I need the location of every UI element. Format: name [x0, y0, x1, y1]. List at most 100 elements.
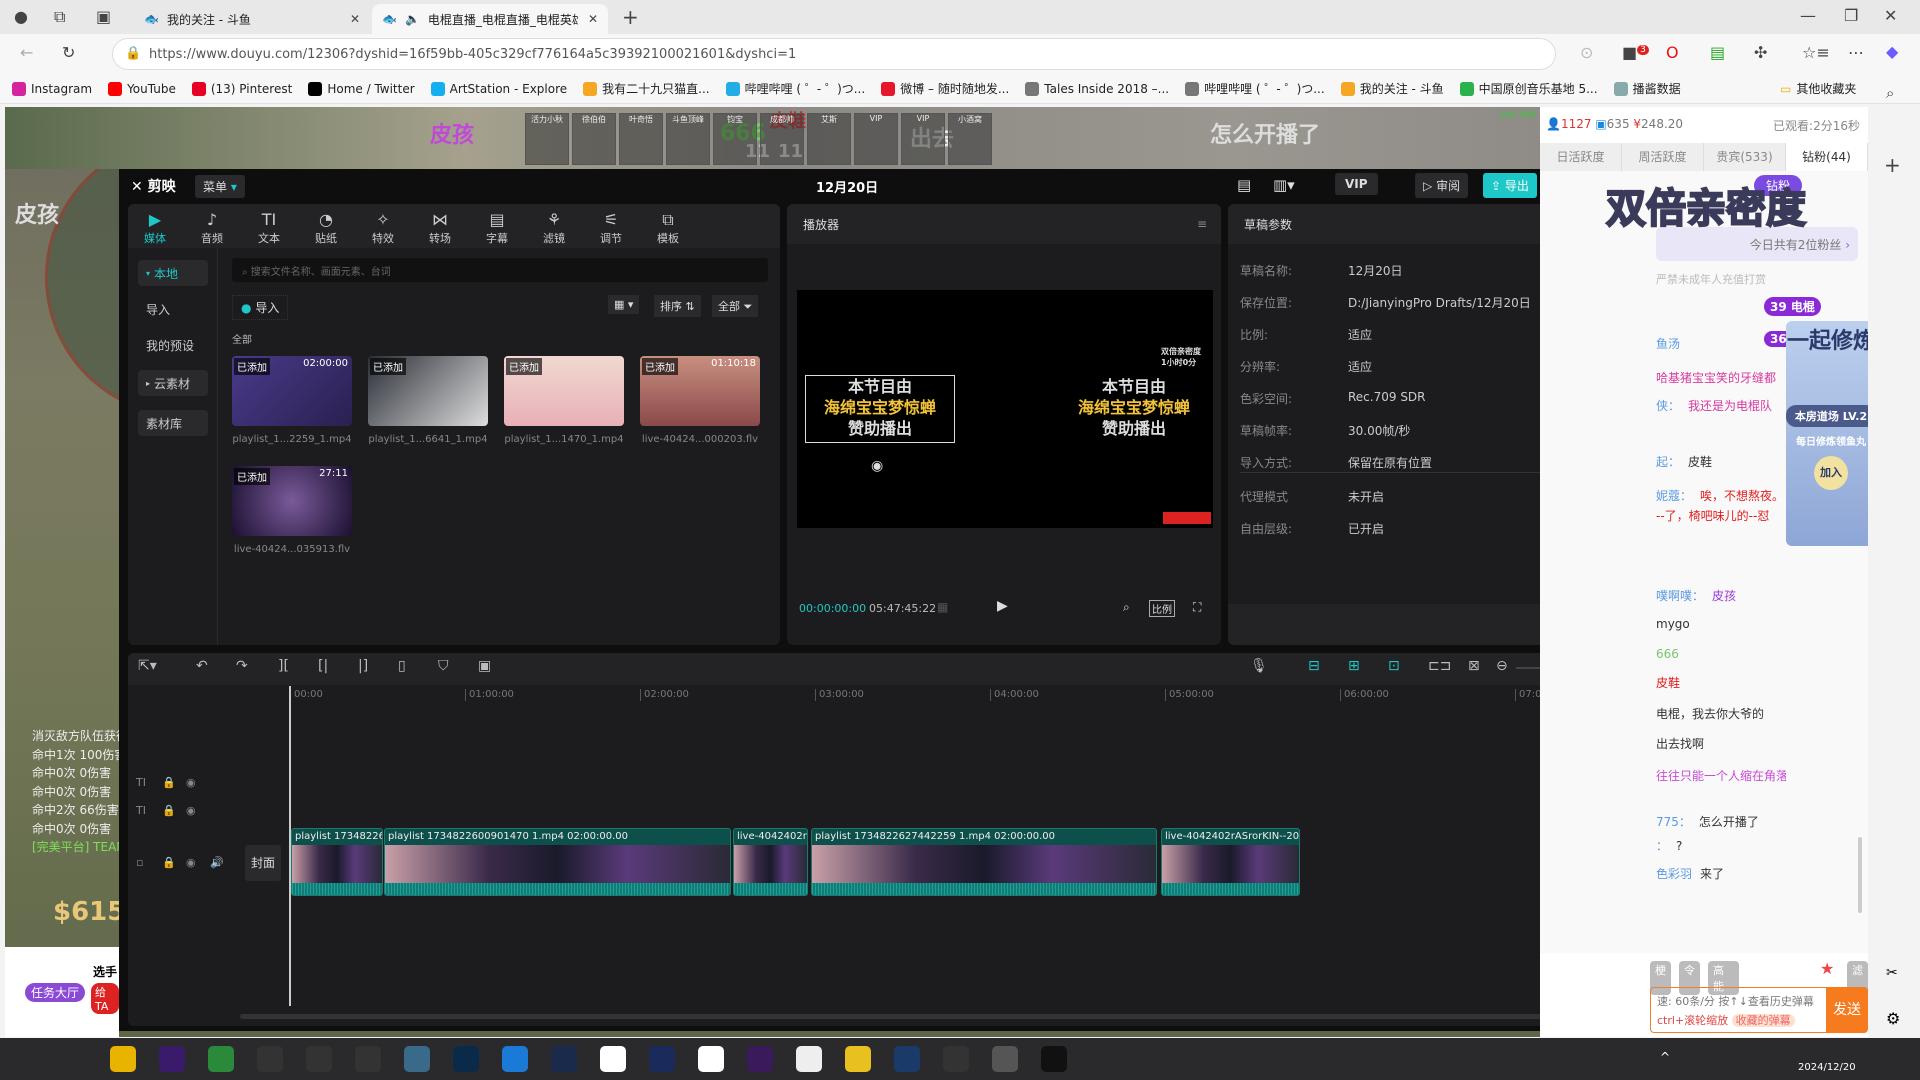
restore-icon[interactable]: ❐	[1844, 6, 1858, 25]
taskbar-app-icon[interactable]	[894, 1046, 920, 1072]
chat-username[interactable]: 起：	[1656, 455, 1680, 469]
cover-button[interactable]: 封面	[245, 845, 281, 881]
media-thumbnail[interactable]: 已添加 27:11	[232, 466, 352, 536]
speaker-icon[interactable]: 🔈	[405, 12, 420, 26]
lock-icon[interactable]: 🔒	[162, 804, 176, 817]
other-bookmarks[interactable]: ▭ 其他收藏夹	[1780, 80, 1856, 97]
taskbar-app-icon[interactable]	[355, 1046, 381, 1072]
bookmark-item[interactable]: ArtStation - Explore	[430, 81, 567, 96]
add-sidebar-icon[interactable]: +	[1884, 153, 1901, 177]
bookmark-item[interactable]: 哔哩哔哩 ( ゜- ゜)つ...	[1185, 80, 1325, 97]
taskbar-app-icon[interactable]	[698, 1046, 724, 1072]
timeline-scrollbar[interactable]	[240, 1014, 1560, 1019]
chat-tab[interactable]: 日活跃度	[1540, 143, 1622, 171]
taskbar-app-icon[interactable]	[1041, 1046, 1067, 1072]
chat-username[interactable]: 775：	[1656, 815, 1691, 829]
extensions-puzzle-icon[interactable]: ✣	[1754, 43, 1767, 62]
saved-danmu-button[interactable]: 收藏的弹幕	[1731, 1014, 1795, 1027]
chat-username[interactable]: 色彩羽	[1656, 867, 1692, 881]
browser-tab-active[interactable]: 🐟 🔈 电棍直播_电棍直播_电棍英雄 ✕	[372, 4, 608, 34]
preview-axis-icon[interactable]: ⊠	[1468, 658, 1480, 674]
import-button[interactable]: ● 导入	[232, 295, 289, 320]
timeline-clip[interactable]: playlist 1734822600901470 1.mp4	[291, 828, 383, 896]
vip-button[interactable]: VIP	[1335, 173, 1378, 195]
chat-input[interactable]: 速: 60条/分 按↑↓查看历史弹幕 ctrl+滚轮缩放 收藏的弹幕	[1650, 987, 1826, 1033]
extension-icon[interactable]: ■ 3	[1622, 43, 1649, 62]
timeline-clip[interactable]: live-4042402rASrorKIN	[733, 828, 808, 896]
taskbar-app-icon[interactable]	[61, 1046, 87, 1072]
bookmark-item[interactable]: 我的关注 - 斗鱼	[1340, 80, 1444, 97]
undo-icon[interactable]: ↶	[196, 658, 208, 674]
crop-icon[interactable]: ▣	[478, 658, 491, 674]
bookmark-item[interactable]: Tales Inside 2018 –...	[1025, 81, 1169, 96]
bookmark-item[interactable]: 哔哩哔哩 ( ゜- ゜)つ...	[725, 80, 865, 97]
taskbar-app-icon[interactable]	[502, 1046, 528, 1072]
tool-tab[interactable]: ⚟ 调节	[587, 210, 635, 246]
timeline-clip[interactable]: live-4042402rASrorKIN--202	[1161, 828, 1300, 896]
address-bar[interactable]: 🔒 https://www.douyu.com/12306?dyshid=16f…	[112, 38, 1556, 70]
tool-tab[interactable]: ⧉ 模板	[644, 210, 692, 246]
player-menu-icon[interactable]: ≡	[1197, 217, 1207, 231]
microphone-icon[interactable]: 🎙	[1250, 658, 1268, 674]
marker-icon[interactable]: ⛉	[438, 658, 449, 674]
fan-star-icon[interactable]: ★	[1820, 959, 1834, 978]
fan-badge[interactable]: 39 电棍	[1764, 297, 1821, 316]
search-input[interactable]: ⌕ 搜索文件名称、画面元素、台词	[232, 258, 768, 282]
bookmark-item[interactable]: YouTube	[108, 81, 176, 96]
timeline-clip[interactable]: playlist 1734822600901470 1.mp4 02:00:00…	[384, 828, 731, 896]
ratio-button[interactable]: 比例	[1149, 600, 1175, 617]
screenshot-icon[interactable]: ✂	[1886, 965, 1898, 981]
share-icon[interactable]: ⊙	[1580, 43, 1593, 62]
browser-tab[interactable]: 🐟 我的关注 - 斗鱼 ✕	[134, 4, 370, 34]
chat-username[interactable]: 鱼汤	[1656, 337, 1680, 351]
taskbar-app-icon[interactable]	[453, 1046, 479, 1072]
eye-icon[interactable]: ◉	[186, 776, 196, 789]
media-thumbnail[interactable]: 已添加 02:00:00	[232, 356, 352, 426]
taskbar-app-icon[interactable]	[747, 1046, 773, 1072]
media-sidebar-item[interactable]: 导入	[138, 296, 208, 322]
tool-tab[interactable]: ⋈ 转场	[416, 210, 464, 246]
zoom-fit-icon[interactable]: ⌕	[1123, 600, 1130, 615]
split-icon[interactable]: ][	[278, 658, 289, 674]
waveform-icon[interactable]: ▦	[937, 600, 948, 614]
sort-button[interactable]: 排序 ⇅	[654, 295, 701, 317]
vertical-tabs-icon[interactable]: ▣	[96, 7, 111, 26]
media-sidebar-item[interactable]: ▾ 本地	[138, 260, 208, 286]
close-window-icon[interactable]: ✕	[1884, 6, 1897, 25]
tool-tab[interactable]: ▶ 媒体	[131, 210, 179, 246]
taskbar-app-icon[interactable]	[12, 1046, 38, 1072]
taskbar-app-icon[interactable]	[159, 1046, 185, 1072]
review-button[interactable]: ▷ 审阅	[1415, 173, 1469, 198]
close-tab-icon[interactable]: ✕	[588, 12, 598, 26]
media-sidebar-item[interactable]: ▸ 云素材	[138, 370, 208, 396]
chat-tab[interactable]: 钻粉(44)	[1786, 143, 1868, 171]
audio-icon[interactable]: 🔊	[210, 856, 224, 869]
delete-icon[interactable]: ▯	[398, 658, 406, 674]
chat-tab[interactable]: 贵宾(533)	[1704, 143, 1786, 171]
media-thumbnail[interactable]: 已添加 01:10:18	[640, 356, 760, 426]
taskbar-app-icon[interactable]	[796, 1046, 822, 1072]
subtitle-layout-icon[interactable]: ▤	[1237, 176, 1251, 194]
tool-tab[interactable]: TI 文本	[245, 210, 293, 246]
redo-icon[interactable]: ↷	[236, 658, 248, 674]
split-left-icon[interactable]: [|	[318, 658, 328, 674]
workspaces-icon[interactable]: ⧉	[54, 7, 65, 27]
timeline-clip[interactable]: playlist 1734822627442259 1.mp4 02:00:00…	[811, 828, 1157, 896]
layout-icon[interactable]: ▥▾	[1273, 176, 1295, 194]
extension-green-icon[interactable]: ▤	[1710, 43, 1725, 62]
play-icon[interactable]: ▶	[997, 598, 1008, 614]
bookmark-item[interactable]: Instagram	[12, 81, 92, 96]
chat-username[interactable]: ：	[1656, 839, 1668, 853]
copilot-icon[interactable]: ◆	[1886, 42, 1898, 61]
media-thumbnail[interactable]: 已添加	[504, 356, 624, 426]
taskbar-app-icon[interactable]	[404, 1046, 430, 1072]
bookmark-item[interactable]: 我有二十九只猫直...	[583, 80, 710, 97]
chat-username[interactable]: 妮蔻：	[1656, 489, 1692, 503]
eye-icon[interactable]: ◉	[186, 804, 196, 817]
link-main-track-icon[interactable]: ⊟	[1308, 658, 1320, 674]
preview-canvas[interactable]: 本节目由 海绵宝宝梦惊蝉 赞助播出 ◉ 本节目由 海绵宝宝梦惊蝉 赞助播出 双倍…	[797, 290, 1213, 528]
select-tool-icon[interactable]: ⇱▾	[138, 658, 157, 674]
cultivation-promo[interactable]: 一起修炼 本房道场 LV.2 每日修炼领鱼丸 加入	[1786, 321, 1876, 546]
lock-icon[interactable]: 🔒	[162, 776, 176, 789]
tool-tab[interactable]: ✧ 特效	[359, 210, 407, 246]
